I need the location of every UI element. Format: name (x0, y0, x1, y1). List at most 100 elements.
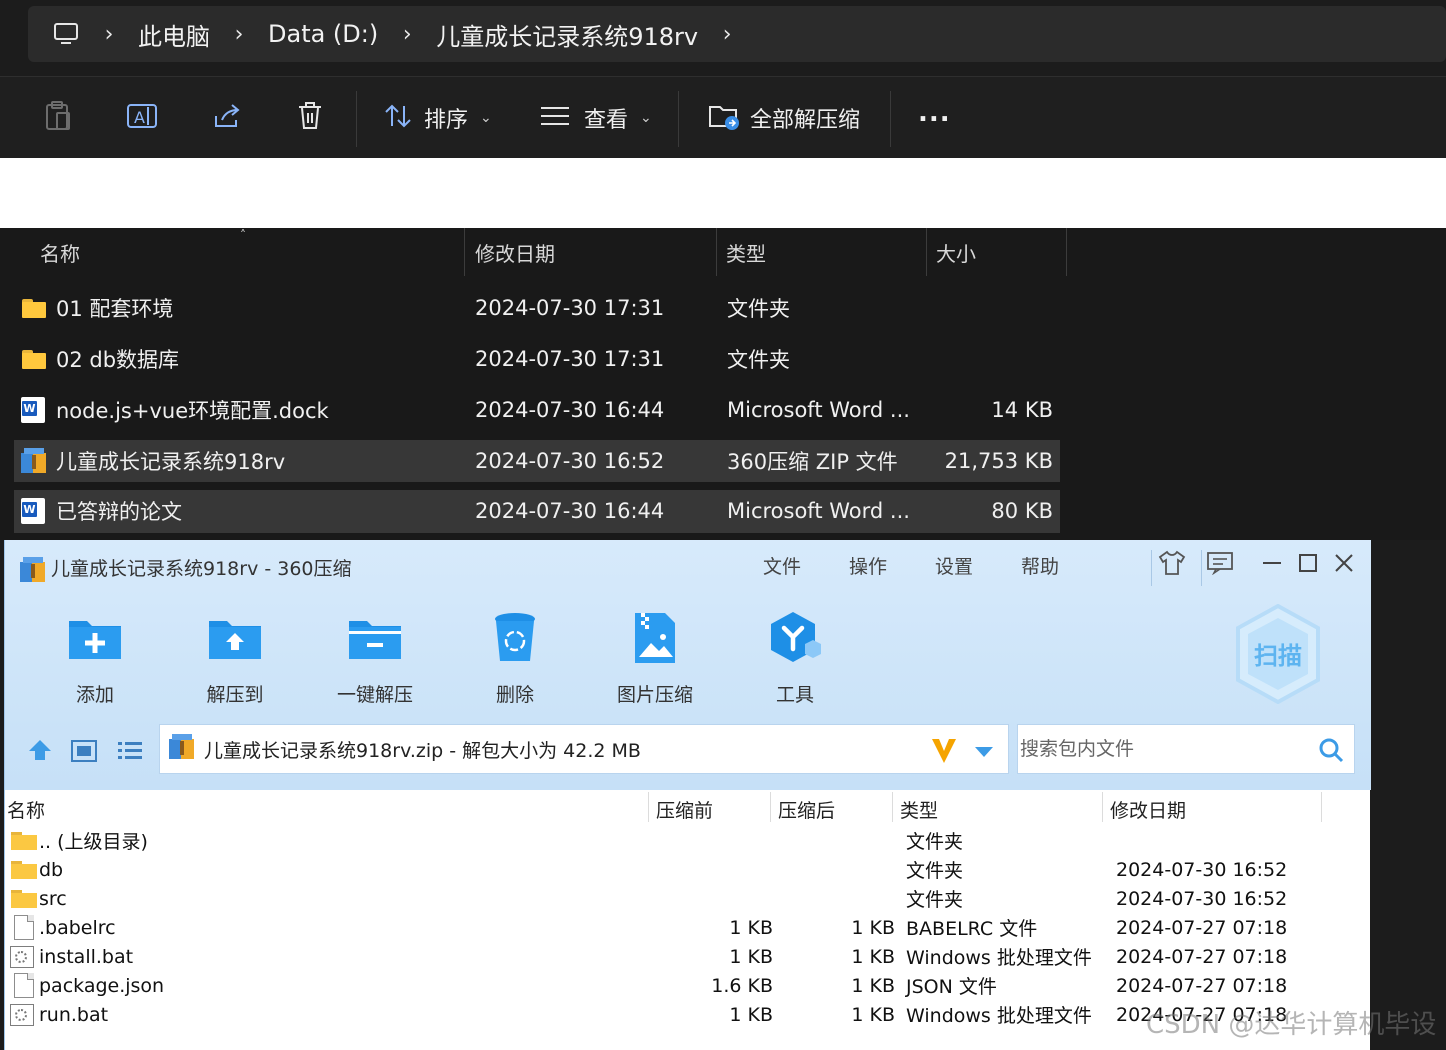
message-icon (1206, 551, 1234, 579)
more-options-button[interactable]: ... (918, 77, 951, 159)
file-type: Microsoft Word ... (727, 499, 910, 523)
paste-button[interactable] (44, 77, 72, 159)
entry-size-after: 1 KB (851, 1003, 895, 1026)
explorer-address-area: › 此电脑 › Data (D:) › 儿童成长记录系统918rv › (0, 0, 1446, 76)
search-input[interactable] (1020, 738, 1310, 760)
breadcrumb-drive[interactable]: Data (D:) (268, 20, 378, 48)
column-divider[interactable] (892, 792, 893, 822)
chevron-right-icon[interactable]: › (402, 22, 412, 47)
file-size (927, 338, 1053, 380)
column-divider[interactable] (926, 228, 927, 276)
rename-button[interactable]: A (126, 77, 158, 159)
maximize-button[interactable] (1293, 550, 1323, 580)
file-icon (14, 971, 34, 1000)
feedback-button[interactable] (1205, 550, 1235, 580)
chevron-right-icon[interactable]: › (234, 22, 244, 47)
zip-column-header-after[interactable]: 压缩后 (778, 792, 835, 826)
toolbar-divider (890, 91, 891, 147)
tools-icon (765, 608, 825, 668)
menu-settings[interactable]: 设置 (935, 552, 973, 579)
search-archive-box[interactable] (1017, 724, 1355, 774)
file-type: 文件夹 (727, 297, 790, 321)
dropdown-arrow-icon[interactable] (974, 743, 994, 762)
zip-column-header-type[interactable]: 类型 (900, 792, 938, 826)
column-divider[interactable] (1321, 792, 1322, 822)
search-icon[interactable] (1318, 737, 1344, 767)
tools-button[interactable]: 工具 (735, 608, 855, 707)
entry-size-before: 1 KB (729, 945, 773, 968)
file-row[interactable]: 01 配套环境 2024-07-30 17:31 文件夹 (14, 287, 1060, 329)
archive-entry-row[interactable]: .. (上级目录) 文件夹 (5, 826, 1371, 855)
column-header-modified[interactable]: 修改日期 (475, 228, 555, 276)
scan-button[interactable]: 扫描 (1233, 603, 1323, 705)
zip-archive-icon (20, 440, 48, 482)
address-bar[interactable]: › 此电脑 › Data (D:) › 儿童成长记录系统918rv › (28, 6, 1446, 62)
archive-entry-row[interactable]: package.json 1.6 KB 1 KB JSON 文件 2024-07… (5, 971, 1371, 1000)
zip-column-header-modified[interactable]: 修改日期 (1110, 792, 1186, 826)
column-divider[interactable] (716, 228, 717, 276)
image-compress-label: 图片压缩 (616, 684, 693, 706)
column-divider[interactable] (1066, 228, 1067, 276)
sort-ascending-icon: ˄ (240, 228, 246, 242)
view-button[interactable]: 查看 ⌄ (540, 77, 652, 159)
chevron-down-icon: ⌄ (640, 110, 652, 126)
close-button[interactable] (1329, 550, 1359, 580)
delete-button[interactable] (296, 77, 324, 159)
entry-size-before (655, 884, 773, 913)
image-compress-icon (625, 608, 685, 668)
image-compress-button[interactable]: 图片压缩 (595, 608, 715, 707)
file-modified: 2024-07-30 17:31 (475, 296, 665, 320)
chevron-right-icon[interactable]: › (104, 22, 114, 47)
breadcrumb-this-pc[interactable]: 此电脑 (138, 17, 210, 52)
menu-file[interactable]: 文件 (763, 552, 801, 579)
vip-v-icon[interactable] (930, 735, 958, 769)
column-header-name[interactable]: 名称 (40, 228, 80, 276)
word-doc-icon: W (21, 490, 45, 532)
zip-column-header-name[interactable]: 名称 (7, 792, 45, 826)
one-click-extract-button[interactable]: 一键解压 (315, 608, 435, 707)
delete-archive-button[interactable]: 删除 (455, 608, 575, 707)
zip-column-header-before[interactable]: 压缩前 (656, 792, 713, 826)
title-divider (1201, 550, 1202, 586)
list-view-icon[interactable] (117, 740, 143, 766)
up-level-icon[interactable] (27, 738, 53, 766)
archive-entry-row[interactable]: install.bat 1 KB 1 KB Windows 批处理文件 2024… (5, 942, 1371, 971)
archive-entry-row[interactable]: db 文件夹 2024-07-30 16:52 (5, 855, 1371, 884)
skin-button[interactable] (1157, 550, 1187, 580)
minimize-button[interactable] (1257, 550, 1287, 580)
column-header-type[interactable]: 类型 (726, 228, 766, 276)
column-divider[interactable] (1102, 792, 1103, 822)
archive-entry-row[interactable]: .babelrc 1 KB 1 KB BABELRC 文件 2024-07-27… (5, 913, 1371, 942)
extract-to-button[interactable]: 解压到 (175, 608, 295, 707)
column-divider[interactable] (770, 792, 771, 822)
add-button[interactable]: 添加 (35, 608, 155, 707)
column-header-size[interactable]: 大小 (936, 228, 976, 276)
share-button[interactable] (212, 77, 242, 159)
column-divider[interactable] (464, 228, 465, 276)
thumbnail-view-icon[interactable] (71, 740, 97, 766)
breadcrumb-folder[interactable]: 儿童成长记录系统918rv (436, 17, 698, 52)
chevron-right-icon[interactable]: › (722, 22, 732, 47)
entry-size-before: 1 KB (729, 916, 773, 939)
menu-operation[interactable]: 操作 (849, 552, 887, 579)
file-name: 已答辩的论文 (56, 500, 182, 524)
extract-all-button[interactable]: 全部解压缩 (708, 77, 860, 159)
file-row[interactable]: 02 db数据库 2024-07-30 17:31 文件夹 (14, 338, 1060, 380)
computer-icon[interactable] (52, 20, 80, 48)
file-row[interactable]: W node.js+vue环境配置.dock 2024-07-30 16:44 … (14, 389, 1060, 431)
entry-size-after (775, 884, 895, 913)
file-row-selected[interactable]: W 已答辩的论文 2024-07-30 16:44 Microsoft Word… (14, 490, 1060, 533)
zip-archive-icon (168, 733, 196, 765)
sort-button[interactable]: 排序 ⌄ (384, 77, 492, 159)
archive-path-box[interactable]: 儿童成长记录系统918rv.zip - 解包大小为 42.2 MB (159, 724, 1009, 774)
chevron-down-icon: ⌄ (480, 110, 492, 126)
one-click-extract-label: 一键解压 (336, 684, 413, 706)
entry-name: install.bat (39, 945, 134, 968)
zip-app-icon (19, 556, 47, 588)
archive-entry-row[interactable]: src 文件夹 2024-07-30 16:52 (5, 884, 1371, 913)
menu-help[interactable]: 帮助 (1021, 552, 1059, 579)
sort-label: 排序 (424, 108, 469, 133)
file-row-selected[interactable]: 儿童成长记录系统918rv 2024-07-30 16:52 360压缩 ZIP… (14, 440, 1060, 482)
column-divider[interactable] (648, 792, 649, 822)
add-label: 添加 (75, 684, 114, 706)
